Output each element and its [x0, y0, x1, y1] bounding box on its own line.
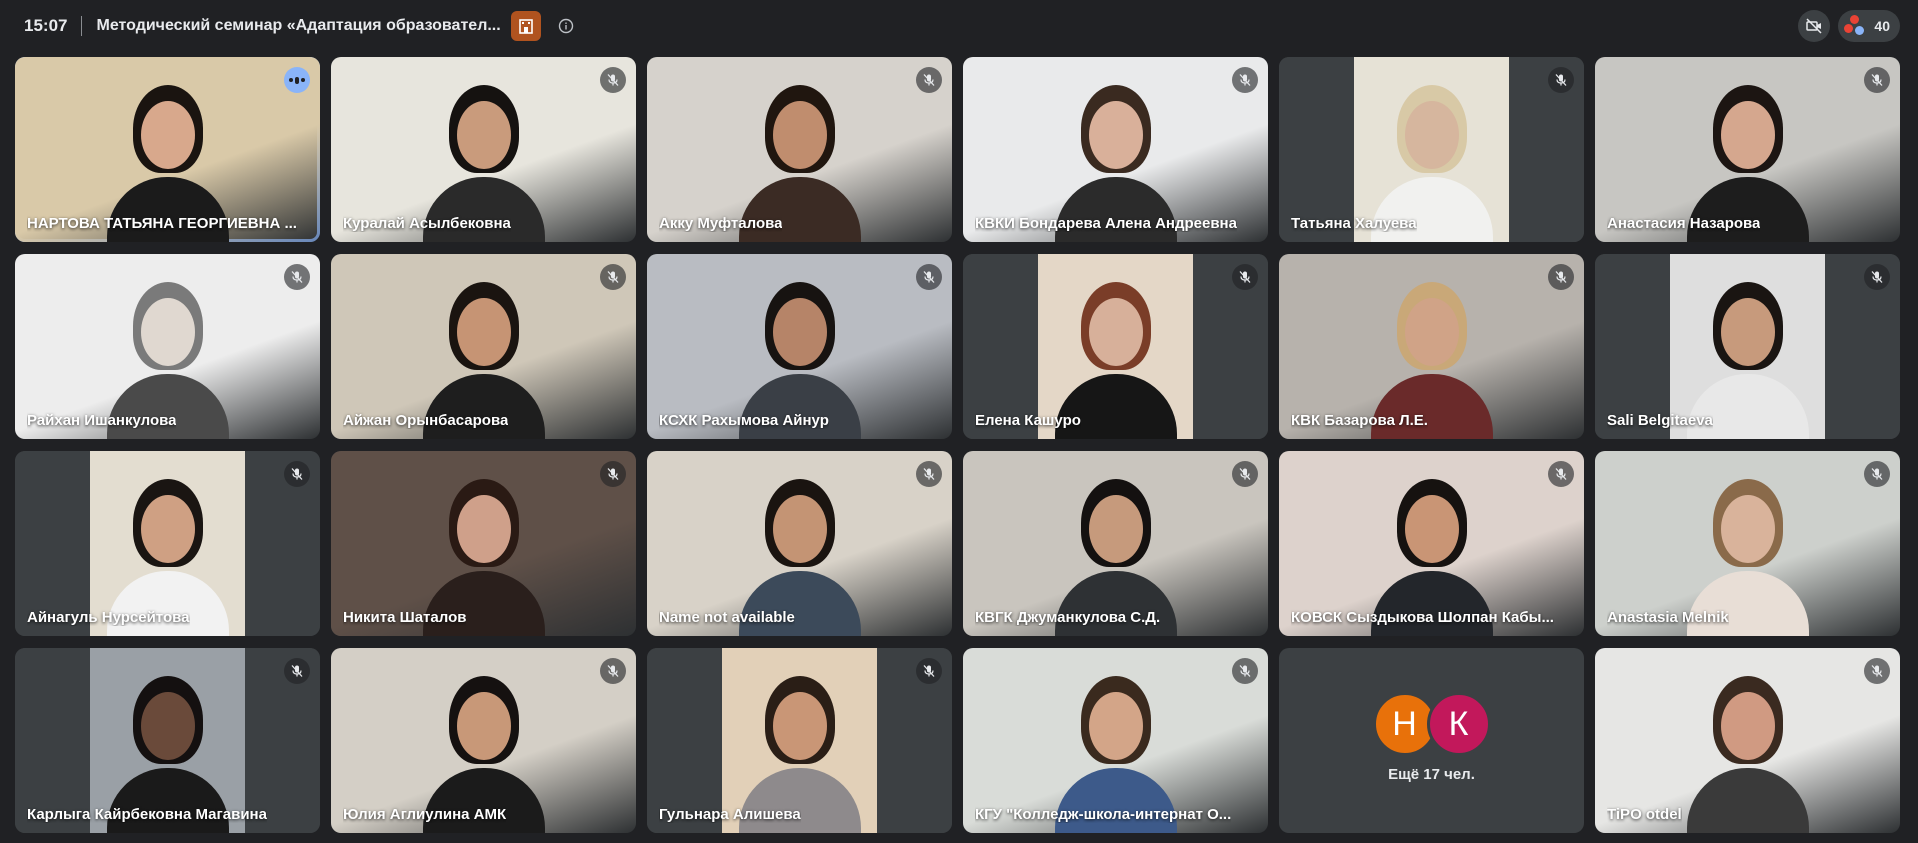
participant-name: Елена Кашуро [975, 412, 1081, 429]
mic-off-icon [1232, 658, 1258, 684]
mic-off-icon [916, 264, 942, 290]
more-participants-tile[interactable]: Н К Ещё 17 чел. [1279, 648, 1584, 833]
top-right-controls: 40 [1798, 10, 1900, 42]
participant-tile[interactable]: Анастасия Назарова [1595, 57, 1900, 242]
participant-name: Акку Муфталова [659, 215, 783, 232]
mic-off-icon [916, 67, 942, 93]
participants-count: 40 [1874, 18, 1890, 34]
participant-tile[interactable]: КГУ "Колледж-школа-интернат О... [963, 648, 1268, 833]
info-icon[interactable] [553, 13, 579, 39]
participant-tile[interactable]: КВКИ Бондарева Алена Андреевна [963, 57, 1268, 242]
participant-tile[interactable]: Айжан Орынбасарова [331, 254, 636, 439]
people-icon [1844, 15, 1866, 37]
mic-off-icon [600, 264, 626, 290]
mic-off-icon [1864, 461, 1890, 487]
mic-off-icon [600, 461, 626, 487]
participant-tile[interactable]: Anastasia Melnik [1595, 451, 1900, 636]
mic-off-icon [1232, 67, 1258, 93]
mic-off-icon [284, 264, 310, 290]
participant-tile[interactable]: TiPO otdel [1595, 648, 1900, 833]
participant-name: Anastasia Melnik [1607, 609, 1729, 626]
participant-name: КВГК Джуманкулова С.Д. [975, 609, 1161, 626]
more-participants-label: Ещё 17 чел. [1388, 766, 1475, 783]
avatar-group: НК [1372, 692, 1491, 756]
mic-off-icon [1548, 264, 1574, 290]
participant-grid: НАРТОВА ТАТЬЯНА ГЕОРГИЕВНА ... Куралай Ас… [15, 57, 1905, 834]
participant-tile[interactable]: Акку Муфталова [647, 57, 952, 242]
building-icon[interactable] [510, 11, 541, 41]
participant-name: Никита Шаталов [343, 609, 467, 626]
participant-tile[interactable]: Куралай Асылбековна [331, 57, 636, 242]
participant-tile[interactable]: Name not available [647, 451, 952, 636]
mic-off-icon [1232, 461, 1258, 487]
participant-name: Карлыга Кайрбековна Магавина [27, 806, 267, 823]
mic-off-icon [1548, 461, 1574, 487]
participant-tile[interactable]: КВК Базарова Л.Е. [1279, 254, 1584, 439]
participant-name: КСХК Рахымова Айнур [659, 412, 829, 429]
mic-off-icon [916, 658, 942, 684]
participant-name: Гульнара Алишева [659, 806, 801, 823]
avatar: К [1426, 692, 1491, 756]
participant-name: Татьяна Халуева [1291, 215, 1417, 232]
participant-name: Анастасия Назарова [1607, 215, 1761, 232]
meeting-title: Методический семинар «Адаптация образова… [96, 17, 501, 34]
participant-tile[interactable]: Айнагуль Нурсейтова [15, 451, 320, 636]
mic-off-icon [916, 461, 942, 487]
participant-name: TiPO otdel [1607, 806, 1682, 823]
top-bar: 15:07 Методический семинар «Адаптация об… [0, 0, 1918, 52]
participant-tile[interactable]: Sali Belgitaeva [1595, 254, 1900, 439]
participant-tile[interactable]: Никита Шаталов [331, 451, 636, 636]
participant-name: Sali Belgitaeva [1607, 412, 1713, 429]
participant-tile[interactable]: КСХК Рахымова Айнур [647, 254, 952, 439]
mic-off-icon [1548, 67, 1574, 93]
participant-name: Райхан Ишанкулова [27, 412, 177, 429]
meeting-clock: 15:07 [24, 16, 68, 35]
participant-tile[interactable]: Юлия Аглиулина АМК [331, 648, 636, 833]
participant-name: Айнагуль Нурсейтова [27, 609, 190, 626]
participant-name: Куралай Асылбековна [343, 215, 511, 232]
camera-off-icon[interactable] [1798, 10, 1831, 42]
mic-off-icon [1864, 658, 1890, 684]
participant-name: Юлия Аглиулина АМК [343, 806, 507, 823]
participant-name: Айжан Орынбасарова [343, 412, 509, 429]
participant-tile[interactable]: Райхан Ишанкулова [15, 254, 320, 439]
participants-button[interactable]: 40 [1838, 10, 1900, 42]
participant-name: КВКИ Бондарева Алена Андреевна [975, 215, 1237, 232]
speaking-indicator-icon [284, 67, 310, 93]
participant-name: КВК Базарова Л.Е. [1291, 412, 1428, 429]
mic-off-icon [284, 461, 310, 487]
participant-name: КОВСК Сыздыкова Шолпан Кабы... [1291, 609, 1554, 626]
divider [81, 16, 83, 36]
participant-tile[interactable]: Карлыга Кайрбековна Магавина [15, 648, 320, 833]
mic-off-icon [284, 658, 310, 684]
mic-off-icon [1864, 67, 1890, 93]
mic-off-icon [1864, 264, 1890, 290]
participant-tile[interactable]: КОВСК Сыздыкова Шолпан Кабы... [1279, 451, 1584, 636]
mic-off-icon [600, 67, 626, 93]
participant-tile[interactable]: Гульнара Алишева [647, 648, 952, 833]
participant-name: КГУ "Колледж-школа-интернат О... [975, 806, 1232, 823]
participant-tile[interactable]: КВГК Джуманкулова С.Д. [963, 451, 1268, 636]
participant-tile[interactable]: Татьяна Халуева [1279, 57, 1584, 242]
participant-name: Name not available [659, 609, 795, 626]
mic-off-icon [1232, 264, 1258, 290]
participant-tile[interactable]: НАРТОВА ТАТЬЯНА ГЕОРГИЕВНА ... [15, 57, 320, 242]
participant-name: НАРТОВА ТАТЬЯНА ГЕОРГИЕВНА ... [27, 215, 297, 232]
participant-tile[interactable]: Елена Кашуро [963, 254, 1268, 439]
mic-off-icon [600, 658, 626, 684]
